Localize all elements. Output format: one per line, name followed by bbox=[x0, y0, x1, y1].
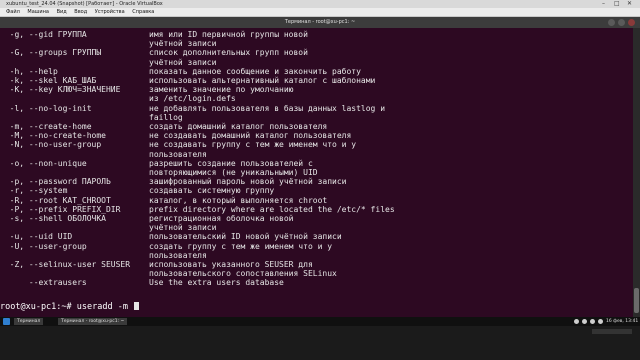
power-icon[interactable] bbox=[598, 319, 603, 324]
taskbar-clock[interactable]: 16 фев, 13:41 bbox=[606, 317, 638, 326]
option-description: регистрационная оболочка новой bbox=[149, 214, 294, 223]
taskbar: Терминал Терминал - root@xu-pc1: ~ 16 фе… bbox=[0, 317, 640, 326]
shell-prompt-line[interactable]: root@xu-pc1:~# useradd -m bbox=[0, 302, 140, 312]
option-description: зашифрованный пароль новой учётной запис… bbox=[149, 177, 347, 187]
option-description: faillog bbox=[149, 112, 183, 122]
option-description: пользовательский ID новой учётной записи bbox=[149, 232, 342, 242]
option-description: создать группу с тем же именем что и у bbox=[149, 241, 333, 251]
option-flag: -u, --uid UID bbox=[0, 232, 73, 242]
terminal-window-title: Терминал - root@xu-pc1: ~ bbox=[284, 19, 356, 25]
terminal-titlebar: Терминал - root@xu-pc1: ~ bbox=[0, 17, 640, 28]
menu-machine[interactable]: Машина bbox=[27, 9, 49, 15]
option-description: использовать указанного SEUSER для bbox=[149, 260, 313, 269]
option-description: имя или ID первичной группы новой bbox=[149, 30, 308, 39]
option-description: не создавать группу с тем же именем что … bbox=[149, 140, 357, 150]
option-flag: --extrausers bbox=[0, 278, 87, 288]
option-description: использовать альтернативный каталог с ша… bbox=[149, 76, 376, 85]
option-flag: -s, --shell ОБОЛОЧКА bbox=[0, 214, 106, 223]
option-flag: -h, --help bbox=[0, 66, 58, 76]
network-icon[interactable] bbox=[574, 319, 579, 324]
taskbar-task-terminal[interactable]: Терминал bbox=[14, 318, 44, 325]
option-description: prefix directory where are located the /… bbox=[149, 204, 395, 214]
terminal-scrollbar[interactable] bbox=[633, 28, 640, 317]
shell-command[interactable]: useradd -m bbox=[77, 302, 133, 312]
option-description: учётной записи bbox=[149, 57, 217, 67]
option-description: показать данное сообщение и закончить ра… bbox=[149, 66, 361, 76]
shell-prompt: root@xu-pc1:~# bbox=[0, 302, 77, 312]
option-flag: -P, --prefix PREFIX_DIR bbox=[0, 204, 121, 214]
option-flag: -m, --create-home bbox=[0, 122, 92, 131]
terminal-scrollbar-thumb[interactable] bbox=[634, 288, 639, 313]
option-description: создавать системную группу bbox=[149, 186, 275, 196]
terminal-close-button[interactable] bbox=[628, 19, 635, 26]
menu-help[interactable]: Справка bbox=[132, 9, 154, 15]
option-description: список дополнительных групп новой bbox=[149, 48, 308, 58]
menu-file[interactable]: Файл bbox=[6, 9, 20, 15]
terminal-minimize-button[interactable] bbox=[608, 19, 615, 26]
host-menubar: Файл Машина Вид Ввод Устройства Справка bbox=[0, 8, 640, 17]
option-flag: -M, --no-create-home bbox=[0, 131, 106, 141]
terminal-maximize-button[interactable] bbox=[618, 19, 625, 26]
option-flag: -G, --groups ГРУППЫ bbox=[0, 48, 102, 58]
option-flag: -g, --gid ГРУППА bbox=[0, 30, 87, 39]
menu-devices[interactable]: Устройства bbox=[95, 9, 125, 15]
taskbar-task-terminal-window[interactable]: Терминал - root@xu-pc1: ~ bbox=[58, 318, 128, 325]
option-description: разрешить создание пользователей с bbox=[149, 158, 313, 168]
volume-icon[interactable] bbox=[590, 319, 595, 324]
bluetooth-icon[interactable] bbox=[582, 319, 587, 324]
host-window-title: xubuntu_test_24.04 (Snapshot) [Работает]… bbox=[6, 1, 163, 7]
option-flag: -r, --system bbox=[0, 186, 68, 196]
maximize-button[interactable]: □ bbox=[614, 0, 620, 8]
minimize-button[interactable]: – bbox=[602, 0, 605, 8]
menu-input[interactable]: Ввод bbox=[74, 9, 87, 15]
option-description: Use the extra users database bbox=[149, 278, 284, 288]
host-status-indicators bbox=[592, 329, 632, 334]
option-description: создать домашний каталог пользователя bbox=[149, 122, 328, 131]
option-description: не создавать домашний каталог пользовате… bbox=[149, 131, 352, 141]
option-description: каталог, в который выполняется chroot bbox=[149, 195, 328, 205]
option-flag: -N, --no-user-group bbox=[0, 140, 102, 150]
option-flag: -Z, --selinux-user SEUSER bbox=[0, 260, 131, 269]
close-button[interactable]: ✕ bbox=[627, 0, 632, 8]
option-description: учётной записи bbox=[149, 223, 217, 233]
option-description: пользователя bbox=[149, 149, 207, 159]
option-description: заменить значение по умолчанию bbox=[149, 85, 294, 95]
menu-view[interactable]: Вид bbox=[57, 9, 67, 15]
option-description: повторяющимися (не уникальными) UID bbox=[149, 168, 318, 177]
option-flag: -l, --no-log-init bbox=[0, 103, 92, 113]
option-description: учётной записи bbox=[149, 39, 217, 49]
option-flag: -k, --skel КАБ_ШАБ bbox=[0, 76, 97, 85]
option-flag: -K, --key КЛЮЧ=ЗНАЧЕНИЕ bbox=[0, 85, 121, 95]
option-description: пользовательского сопоставления SELinux bbox=[149, 269, 337, 279]
option-description: пользователя bbox=[149, 250, 207, 260]
terminal-output[interactable]: -g, --gid ГРУППА имя или ID первичной гру… bbox=[0, 28, 640, 317]
option-flag: -R, --root КАТ_CHROOT bbox=[0, 195, 111, 205]
option-description: из /etc/login.defs bbox=[149, 94, 236, 104]
host-window-titlebar: xubuntu_test_24.04 (Snapshot) [Работает]… bbox=[0, 0, 640, 8]
host-status-area bbox=[0, 326, 640, 360]
text-cursor bbox=[134, 302, 140, 310]
option-flag: -o, --non-unique bbox=[0, 158, 87, 168]
option-flag: -p, --password ПАРОЛЬ bbox=[0, 177, 111, 187]
option-flag: -U, --user-group bbox=[0, 241, 87, 251]
start-menu-icon[interactable] bbox=[3, 318, 10, 325]
option-description: не добавлять пользователя в базы данных … bbox=[149, 103, 386, 113]
